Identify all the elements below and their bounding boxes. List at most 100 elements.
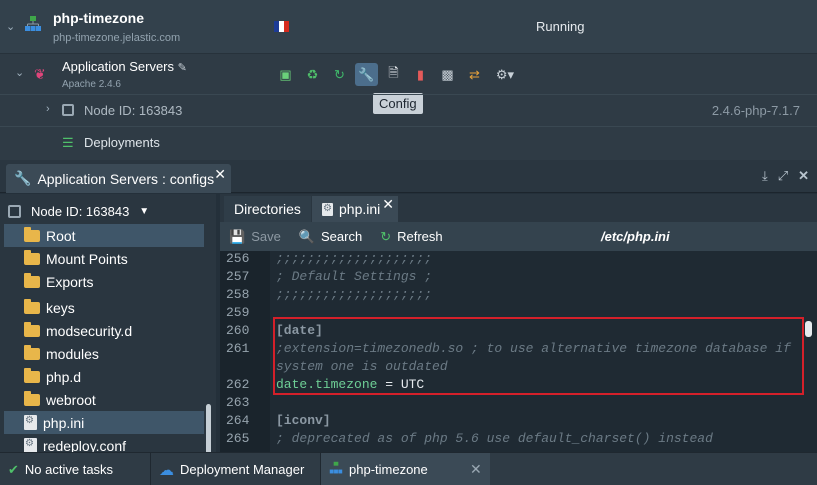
tab-directories[interactable]: Directories <box>224 196 311 222</box>
environment-panel: ⌄ php-timezone php-timezone.jelastic.com… <box>0 0 817 160</box>
environment-row[interactable]: ⌄ php-timezone php-timezone.jelastic.com… <box>0 0 817 54</box>
tree-item-modules[interactable]: modules <box>4 342 204 365</box>
tree-item-keys[interactable]: keys <box>4 296 204 319</box>
close-icon[interactable]: ✕ <box>798 168 809 184</box>
line-number: 257 <box>226 269 250 284</box>
tab-php-ini[interactable]: php.ini ✕ <box>312 196 398 222</box>
folder-icon <box>24 367 40 383</box>
editor-tabs: Directories php.ini ✕ <box>220 194 817 222</box>
environment-name[interactable]: php-timezone <box>53 10 144 26</box>
tree-item-root[interactable]: Root <box>4 224 204 247</box>
refresh-icon[interactable]: ⇄ <box>463 63 486 86</box>
refresh-label: Refresh <box>397 229 443 244</box>
folder-icon <box>24 390 40 406</box>
save-button[interactable]: 💾 Save <box>229 229 281 245</box>
list-icon: ☰ <box>62 135 74 150</box>
log-icon[interactable]: 🗎 <box>382 63 405 86</box>
expand-icon[interactable]: ⤢ <box>778 168 788 184</box>
app-servers-row[interactable]: ⌄ ❦ Application Servers ✎ Apache 2.4.6 ▣… <box>0 54 817 94</box>
tree-item-php-ini[interactable]: php.ini <box>4 411 204 434</box>
node-icon <box>62 104 74 116</box>
code-line: ;;;;;;;;;;;;;;;;;;;; <box>276 251 433 266</box>
tree-item-redeploy-conf[interactable]: redeploy.conf <box>4 434 204 452</box>
node-version: 2.4.6-php-7.1.7 <box>711 103 800 118</box>
close-icon[interactable]: ✕ <box>470 461 482 478</box>
tree-item-label: Mount Points <box>46 250 128 267</box>
cloud-upload-icon: ☁ <box>159 461 174 479</box>
config-icon[interactable]: 🔧 <box>355 63 378 86</box>
tree-item-label: php.d <box>46 368 82 385</box>
tree-item-webroot[interactable]: webroot <box>4 388 204 411</box>
file-tree: Node ID: 163843 ▼ Root Mount Points Expo… <box>0 194 216 452</box>
file-path: /etc/php.ini <box>601 229 670 244</box>
deployments-label: Deployments <box>84 135 160 150</box>
tree-item-php-d[interactable]: php.d <box>4 365 204 388</box>
tree-item-mount-points[interactable]: Mount Points <box>4 247 204 270</box>
tree-item-exports[interactable]: Exports <box>4 270 204 293</box>
close-icon[interactable]: ✕ <box>382 196 394 213</box>
node-id-label: Node ID: 163843 <box>84 103 183 118</box>
environment-status: Running <box>536 19 585 34</box>
line-number: 262 <box>226 377 250 392</box>
folder-icon <box>24 344 40 360</box>
apache-feather-icon: ❦ <box>34 66 46 82</box>
save-icon: 💾 <box>229 228 246 244</box>
code-line: [iconv] <box>276 413 331 428</box>
region-flag-icon <box>274 21 289 32</box>
line-number: 256 <box>226 251 250 266</box>
tree-scrollbar[interactable] <box>206 404 211 452</box>
app-servers-version: Apache 2.4.6 <box>62 79 121 90</box>
tasks-label: No active tasks <box>24 462 114 477</box>
tasks-status[interactable]: ✔ No active tasks <box>0 453 150 485</box>
config-window-tab[interactable]: 🔧 Application Servers : configs ✕ <box>6 164 231 193</box>
code-line: ;;;;;;;;;;;;;;;;;;;; <box>276 287 433 302</box>
environment-domain[interactable]: php-timezone.jelastic.com <box>53 32 180 44</box>
tree-item-label: webroot <box>46 391 96 408</box>
node-selector-label: Node ID: 163843 <box>31 203 130 219</box>
settings-icon[interactable]: ⚙▾ <box>490 63 520 86</box>
env-taskbar-tab[interactable]: php-timezone <box>320 453 490 485</box>
tree-item-modsecurity[interactable]: modsecurity.d <box>4 319 204 342</box>
line-number: 264 <box>226 413 250 428</box>
deployments-row[interactable]: ☰ Deployments <box>0 126 817 158</box>
chevron-right-icon[interactable]: › <box>46 103 50 115</box>
folder-icon <box>24 226 40 242</box>
config-file-icon <box>24 415 37 430</box>
folder-icon <box>24 272 40 288</box>
statistics-icon[interactable]: ▮ <box>409 63 432 86</box>
search-button[interactable]: 🔍 Search <box>299 229 362 245</box>
save-label: Save <box>251 229 281 244</box>
line-number: 259 <box>226 305 250 320</box>
close-icon[interactable]: ✕ <box>214 166 226 183</box>
editor-scrollbar[interactable] <box>805 321 812 337</box>
config-window-title: Application Servers : configs <box>37 170 215 187</box>
search-icon: 🔍 <box>298 228 316 244</box>
code-area[interactable]: 256 257 258 259 260 261 262 263 264 265 … <box>220 251 817 452</box>
minimize-icon[interactable]: ⤓ <box>762 168 768 184</box>
code-line: ; Default Settings ; <box>276 269 433 284</box>
wrench-icon: 🔧 <box>14 170 32 186</box>
code-line: ; deprecated as of php 5.6 use default_c… <box>276 431 713 446</box>
add-node-icon[interactable]: ▣ <box>274 63 297 86</box>
line-number: 261 <box>226 341 250 356</box>
node-row[interactable]: › Node ID: 163843 2.4.6-php-7.1.7 <box>0 94 817 126</box>
edit-icon[interactable]: ✎ <box>178 62 187 74</box>
app-servers-name: Application Servers ✎ <box>62 59 187 74</box>
tree-item-label: redeploy.conf <box>43 437 127 453</box>
line-number: 258 <box>226 287 250 302</box>
tree-item-label: php.ini <box>43 414 85 431</box>
folder-icon <box>24 298 40 314</box>
folder-icon <box>24 249 40 265</box>
tree-item-label: modules <box>46 345 99 362</box>
refresh-button[interactable]: ↻ Refresh <box>380 229 442 245</box>
taskbar: ✔ No active tasks ☁ Deployment Manager p… <box>0 452 817 485</box>
chevron-down-icon[interactable]: ⌄ <box>15 66 24 79</box>
chevron-down-icon[interactable]: ⌄ <box>6 20 15 33</box>
config-file-icon <box>322 202 333 216</box>
deployment-manager-tab[interactable]: ☁ Deployment Manager <box>150 453 320 485</box>
node-selector[interactable]: Node ID: 163843 ▼ <box>8 199 149 223</box>
tree-item-label: keys <box>46 299 75 316</box>
redeploy-icon[interactable]: ♻ <box>301 63 324 86</box>
restart-icon[interactable]: ↻ <box>328 63 351 86</box>
web-ssh-icon[interactable]: ▩ <box>436 63 459 86</box>
